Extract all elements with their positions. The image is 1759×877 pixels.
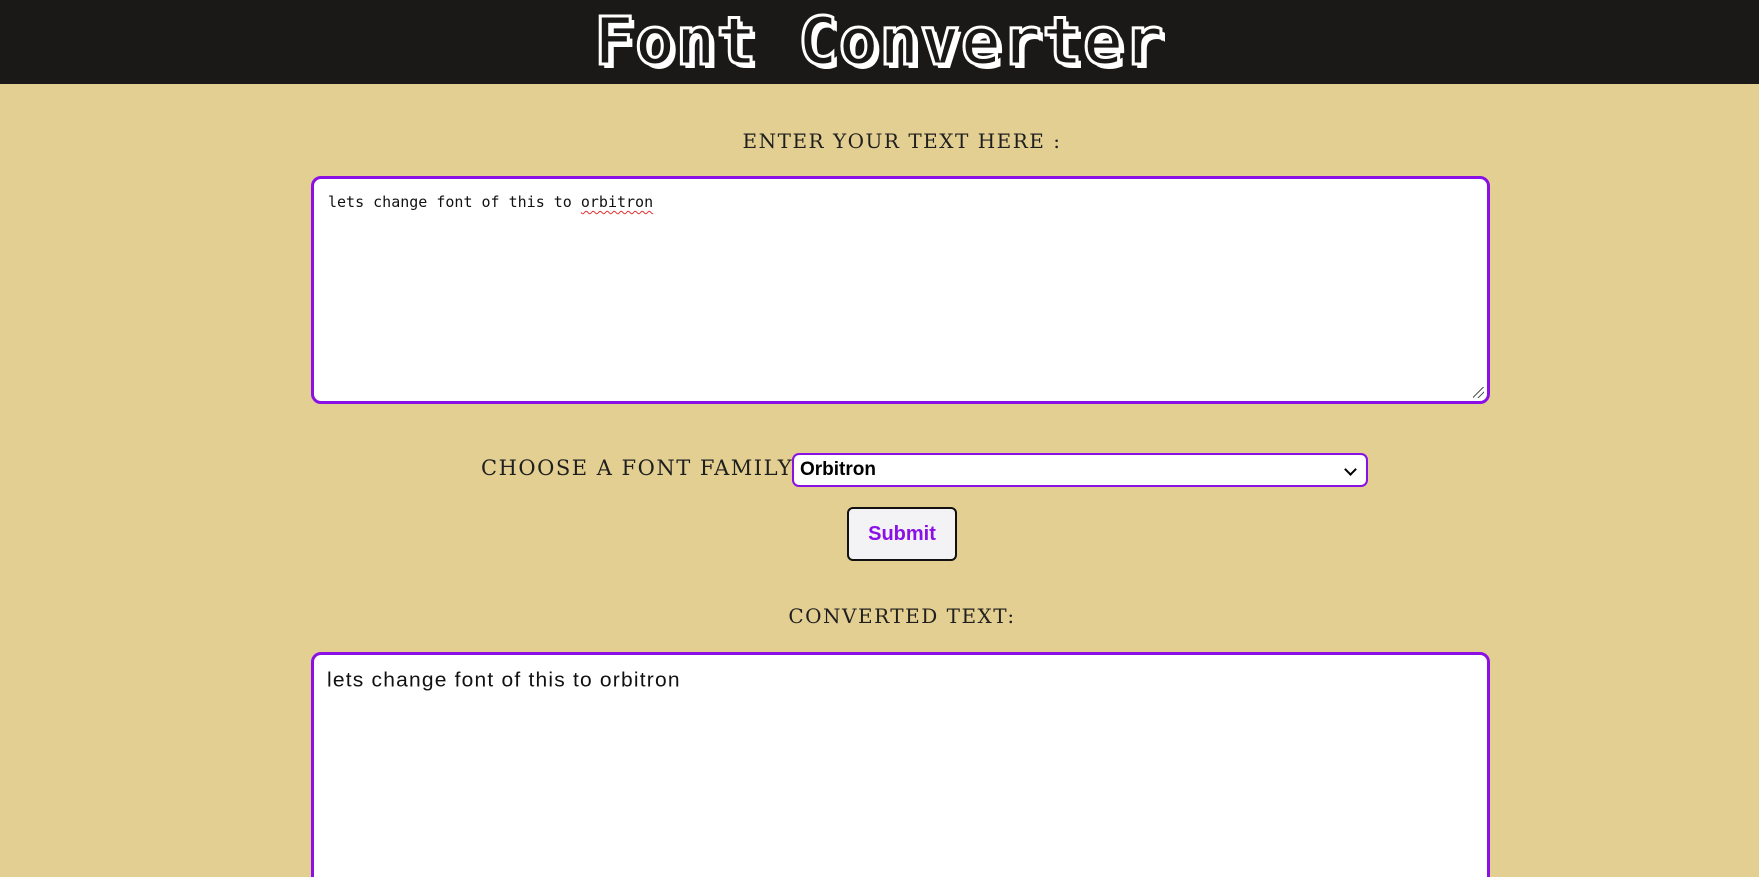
output-text: lets change font of this to orbitron [327,669,681,692]
input-label: Enter your text here : [742,129,1062,153]
output-label: Converted text: [788,604,1016,628]
header-bar: Font Converter [0,0,1759,84]
output-textarea[interactable]: lets change font of this to orbitron [311,652,1490,877]
resize-handle-icon[interactable] [1473,387,1484,398]
chevron-down-icon [1344,463,1357,476]
input-textarea[interactable]: lets change font of this to orbitron [311,176,1490,404]
submit-button[interactable]: Submit [847,507,957,561]
page-title: Font Converter [593,3,1165,80]
font-family-select[interactable]: Orbitron [792,453,1368,487]
font-family-selected-value: Orbitron [800,459,876,480]
input-text: lets change font of this to orbitron [328,193,653,211]
misspelled-word: orbitron [580,193,654,211]
font-family-label: Choose a font family: [481,456,800,480]
input-text-prefix: lets change font of this to [328,193,581,211]
